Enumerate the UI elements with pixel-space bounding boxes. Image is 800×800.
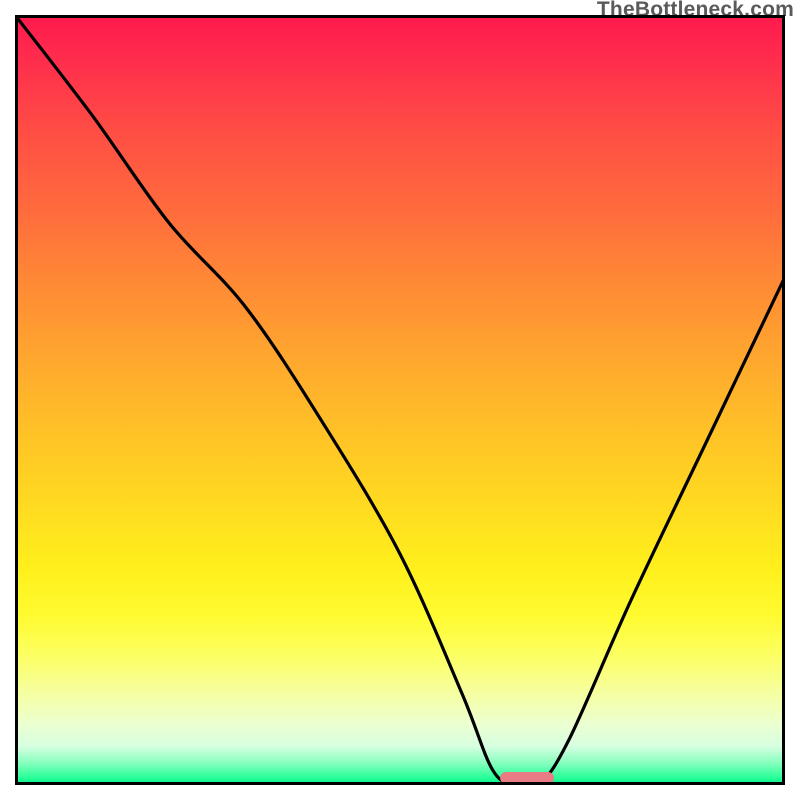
optimal-marker bbox=[500, 772, 554, 784]
bottleneck-chart: TheBottleneck.com bbox=[0, 0, 800, 800]
curve-layer bbox=[15, 15, 785, 785]
bottleneck-curve-path bbox=[15, 15, 785, 785]
plot-area bbox=[15, 15, 785, 785]
